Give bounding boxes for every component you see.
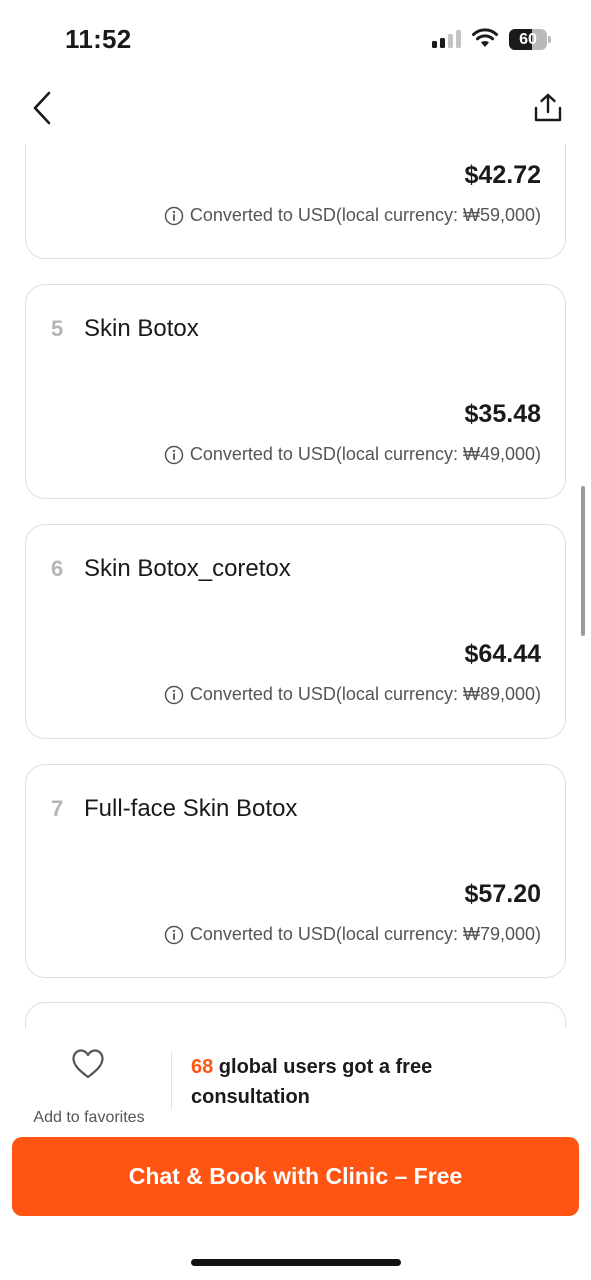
card-index: 5 [51,316,64,341]
card-price: $35.48 [464,400,541,428]
card-index: 6 [51,556,64,581]
treatment-card[interactable] [25,1002,566,1028]
card-price: $57.20 [464,880,541,908]
chevron-left-icon [33,91,51,125]
heart-icon [72,1049,104,1079]
info-icon [164,925,184,944]
bottom-action-panel: Add to favorites 68 global users got a f… [0,1028,591,1280]
status-bar: 11:52 60 [0,0,591,78]
card-title: Skin Botox_coretox [84,555,291,582]
card-price: $42.72 [464,161,541,189]
status-time: 11:52 [65,24,132,54]
chat-book-button[interactable]: Chat & Book with Clinic – Free [12,1137,579,1216]
currency-note: Converted to USD(local currency: ₩79,000… [164,924,541,945]
currency-note-text: Converted to USD(local currency: ₩59,000… [189,205,541,225]
consultation-stat: 68 global users got a free consultation [191,1052,521,1112]
currency-note-text: Converted to USD(local currency: ₩89,000… [189,684,541,704]
battery-icon: 60 [509,29,551,50]
currency-note-text: Converted to USD(local currency: ₩79,000… [189,924,541,944]
consult-text: global users got a free consultation [191,1056,433,1108]
treatment-card[interactable]: $42.72 Converted to USD(local currency: … [25,144,566,259]
consult-count: 68 [191,1056,214,1078]
treatment-card[interactable]: 7 Full-face Skin Botox $57.20 Converted … [25,764,566,978]
card-title: Full-face Skin Botox [84,795,298,822]
info-icon [164,685,184,704]
treatment-card[interactable]: 5 Skin Botox $35.48 Converted to USD(loc… [25,284,566,499]
back-button[interactable] [24,88,60,128]
currency-note: Converted to USD(local currency: ₩49,000… [164,444,541,465]
treatment-list[interactable]: $42.72 Converted to USD(local currency: … [0,144,591,1028]
share-button[interactable] [528,88,568,128]
treatment-card[interactable]: 6 Skin Botox_coretox $64.44 Converted to… [25,524,566,739]
wifi-icon [472,28,498,47]
card-title: Skin Botox [84,315,199,342]
nav-bar [0,78,591,144]
card-index: 7 [51,796,64,821]
home-indicator [191,1259,401,1266]
battery-percent: 60 [519,31,537,48]
info-icon [164,206,184,225]
add-to-favorites-button[interactable]: Add to favorites [18,1044,160,1126]
info-icon [164,445,184,464]
cellular-signal-icon [432,30,462,48]
scrollbar[interactable] [581,486,585,636]
favorites-label: Add to favorites [33,1109,145,1126]
card-price: $64.44 [464,640,541,668]
divider [171,1052,172,1110]
currency-note: Converted to USD(local currency: ₩89,000… [164,684,541,705]
currency-note: Converted to USD(local currency: ₩59,000… [164,205,541,226]
share-icon [534,93,562,122]
currency-note-text: Converted to USD(local currency: ₩49,000… [189,444,541,464]
